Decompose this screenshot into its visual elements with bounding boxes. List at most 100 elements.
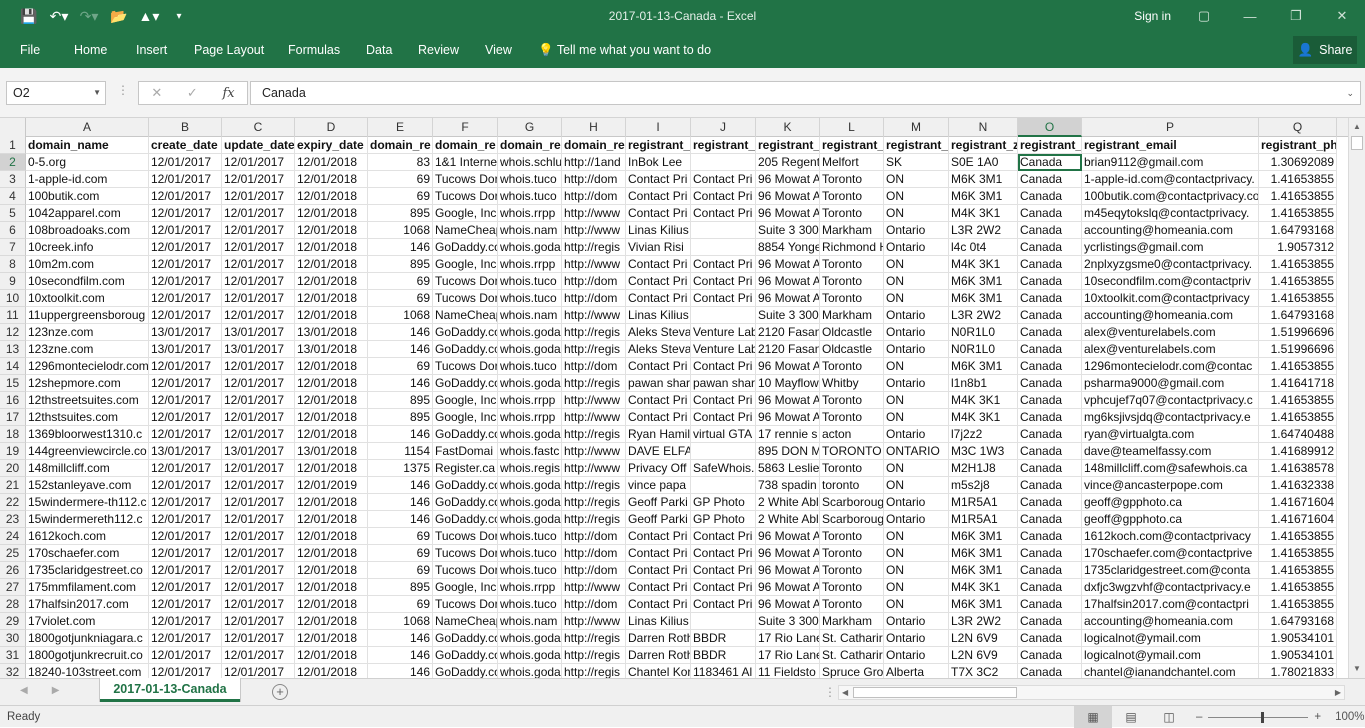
table-cell[interactable]: whois.rrpp bbox=[498, 392, 562, 409]
table-cell[interactable]: Google, Inc bbox=[433, 256, 498, 273]
table-cell[interactable]: 100butik.com@contactprivacy.co bbox=[1082, 188, 1259, 205]
table-cell[interactable]: 15windermereth112.c bbox=[26, 511, 149, 528]
save-icon[interactable]: 💾 bbox=[14, 0, 44, 32]
table-cell[interactable]: M3C 1W3 bbox=[949, 443, 1018, 460]
column-header-n[interactable]: N bbox=[949, 118, 1018, 137]
table-cell[interactable]: 12/01/2017 bbox=[149, 545, 222, 562]
table-cell[interactable]: 12/01/2018 bbox=[295, 188, 368, 205]
table-cell[interactable]: whois.goda bbox=[498, 324, 562, 341]
table-cell[interactable]: 12/01/2017 bbox=[222, 409, 295, 426]
table-cell[interactable]: Canada bbox=[1018, 613, 1082, 630]
table-cell[interactable]: BBDR bbox=[691, 647, 756, 664]
zoom-slider-knob[interactable] bbox=[1261, 711, 1265, 723]
table-cell[interactable]: 12/01/2017 bbox=[222, 290, 295, 307]
table-cell[interactable]: M4K 3K1 bbox=[949, 579, 1018, 596]
table-cell[interactable]: 1.64793168 bbox=[1259, 613, 1337, 630]
table-cell[interactable]: Venture Lab bbox=[691, 324, 756, 341]
table-cell[interactable]: FastDomai bbox=[433, 443, 498, 460]
table-cell[interactable]: 1068 bbox=[368, 222, 433, 239]
table-cell[interactable]: 69 bbox=[368, 358, 433, 375]
tab-formulas[interactable]: Formulas bbox=[288, 32, 340, 68]
header-cell[interactable]: registrant_c bbox=[691, 137, 756, 154]
table-cell[interactable]: Canada bbox=[1018, 273, 1082, 290]
table-cell[interactable]: accounting@homeania.com bbox=[1082, 307, 1259, 324]
column-header-o[interactable]: O bbox=[1018, 118, 1082, 137]
sign-in-link[interactable]: Sign in bbox=[1134, 0, 1171, 32]
table-cell[interactable]: http://www bbox=[562, 222, 626, 239]
table-cell[interactable]: 1800gotjunkniagara.c bbox=[26, 630, 149, 647]
table-cell[interactable]: Oldcastle bbox=[820, 324, 884, 341]
table-cell[interactable]: M6K 3M1 bbox=[949, 596, 1018, 613]
table-cell[interactable]: 1.41653855 bbox=[1259, 528, 1337, 545]
table-cell[interactable]: 1-apple-id.com@contactprivacy. bbox=[1082, 171, 1259, 188]
table-cell[interactable]: 10 Mayflow bbox=[756, 375, 820, 392]
table-cell[interactable]: http://www bbox=[562, 205, 626, 222]
table-cell[interactable]: 12/01/2017 bbox=[149, 664, 222, 678]
table-cell[interactable]: alex@venturelabels.com bbox=[1082, 324, 1259, 341]
table-cell[interactable]: 10secondfilm.com@contactpriv bbox=[1082, 273, 1259, 290]
row-header[interactable]: 12 bbox=[0, 324, 26, 341]
drag-handle-icon[interactable]: ⋮ bbox=[117, 83, 129, 97]
table-cell[interactable]: Tucows Dor bbox=[433, 188, 498, 205]
table-cell[interactable]: Ontario bbox=[884, 375, 949, 392]
table-cell[interactable]: 96 Mowat A bbox=[756, 171, 820, 188]
table-cell[interactable]: 12/01/2018 bbox=[295, 579, 368, 596]
insert-function-icon[interactable]: fx bbox=[222, 86, 234, 101]
table-cell[interactable]: 12/01/2017 bbox=[222, 511, 295, 528]
table-cell[interactable]: Canada bbox=[1018, 154, 1082, 171]
table-cell[interactable]: GoDaddy.co bbox=[433, 494, 498, 511]
row-header[interactable]: 32 bbox=[0, 664, 26, 678]
table-cell[interactable]: 13/01/2017 bbox=[149, 443, 222, 460]
table-cell[interactable]: 12/01/2017 bbox=[222, 256, 295, 273]
table-cell[interactable]: 123zne.com bbox=[26, 341, 149, 358]
table-cell[interactable]: Whitby bbox=[820, 375, 884, 392]
undo-icon[interactable]: ↶▾ bbox=[44, 0, 74, 32]
table-cell[interactable]: 12/01/2018 bbox=[295, 409, 368, 426]
row-header[interactable]: 24 bbox=[0, 528, 26, 545]
table-cell[interactable]: 100butik.com bbox=[26, 188, 149, 205]
table-cell[interactable]: 12/01/2017 bbox=[222, 630, 295, 647]
table-cell[interactable]: 96 Mowat A bbox=[756, 392, 820, 409]
table-cell[interactable]: 12/01/2018 bbox=[295, 528, 368, 545]
table-cell[interactable]: Ontario bbox=[884, 239, 949, 256]
row-header[interactable]: 21 bbox=[0, 477, 26, 494]
table-cell[interactable]: 13/01/2017 bbox=[149, 324, 222, 341]
table-cell[interactable]: Tucows Dor bbox=[433, 528, 498, 545]
table-cell[interactable]: 12/01/2017 bbox=[222, 579, 295, 596]
table-cell[interactable]: l7j2z2 bbox=[949, 426, 1018, 443]
table-cell[interactable]: Canada bbox=[1018, 256, 1082, 273]
column-header-l[interactable]: L bbox=[820, 118, 884, 137]
table-cell[interactable]: geoff@gpphoto.ca bbox=[1082, 494, 1259, 511]
table-cell[interactable]: 12/01/2018 bbox=[295, 545, 368, 562]
table-cell[interactable]: DAVE ELFASSY bbox=[626, 443, 691, 460]
table-cell[interactable]: Markham bbox=[820, 307, 884, 324]
row-header[interactable]: 4 bbox=[0, 188, 26, 205]
table-cell[interactable]: whois.goda bbox=[498, 664, 562, 678]
table-cell[interactable]: 895 bbox=[368, 256, 433, 273]
row-header[interactable]: 2 bbox=[0, 154, 26, 171]
add-sheet-icon[interactable]: + bbox=[272, 684, 288, 700]
table-cell[interactable]: GoDaddy.co bbox=[433, 477, 498, 494]
table-cell[interactable]: ON bbox=[884, 528, 949, 545]
table-cell[interactable]: Toronto bbox=[820, 273, 884, 290]
table-cell[interactable]: M6K 3M1 bbox=[949, 273, 1018, 290]
table-cell[interactable]: 12/01/2017 bbox=[149, 477, 222, 494]
table-cell[interactable]: Canada bbox=[1018, 511, 1082, 528]
table-cell[interactable]: m5s2j8 bbox=[949, 477, 1018, 494]
table-cell[interactable]: 96 Mowat A bbox=[756, 528, 820, 545]
chevron-down-icon[interactable]: ▼ bbox=[93, 82, 101, 104]
table-cell[interactable]: Contact Pri bbox=[626, 205, 691, 222]
row-header[interactable]: 16 bbox=[0, 392, 26, 409]
table-cell[interactable]: L3R 2W2 bbox=[949, 613, 1018, 630]
table-cell[interactable]: 146 bbox=[368, 630, 433, 647]
table-cell[interactable]: whois.rrpp bbox=[498, 409, 562, 426]
table-cell[interactable]: 1.41653855 bbox=[1259, 392, 1337, 409]
table-cell[interactable]: http://dom bbox=[562, 562, 626, 579]
table-cell[interactable]: http://www bbox=[562, 579, 626, 596]
table-cell[interactable]: 13/01/2017 bbox=[222, 443, 295, 460]
table-cell[interactable]: 2 White Abl bbox=[756, 494, 820, 511]
table-cell[interactable] bbox=[691, 154, 756, 171]
table-cell[interactable]: Spruce Gro bbox=[820, 664, 884, 678]
table-cell[interactable]: 96 Mowat A bbox=[756, 409, 820, 426]
header-cell[interactable]: registrant_ bbox=[1018, 137, 1082, 154]
